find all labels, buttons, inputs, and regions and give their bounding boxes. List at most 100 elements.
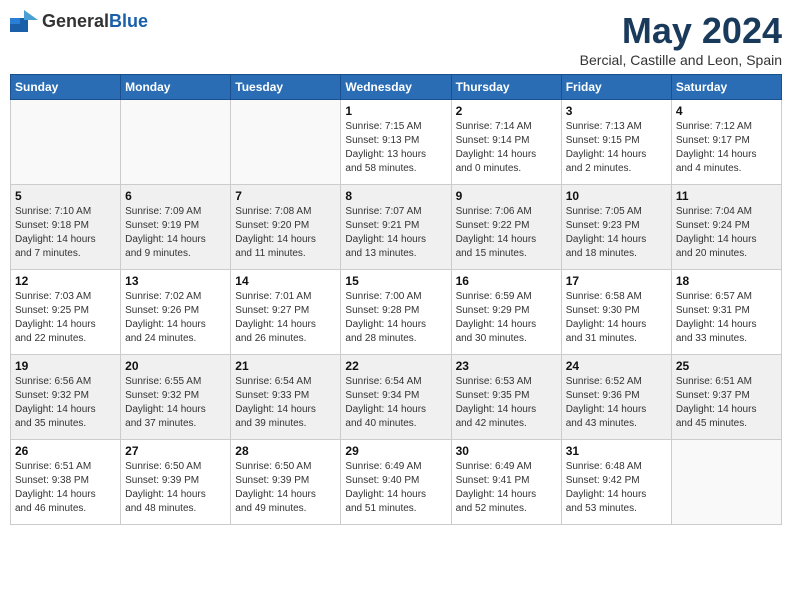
calendar-cell: 21Sunrise: 6:54 AM Sunset: 9:33 PM Dayli… (231, 355, 341, 440)
calendar-week-row: 19 Sunrise: 6:56 AM Sunset: 9:32 PM Dayli… (11, 355, 782, 440)
weekday-header-monday: Monday (121, 75, 231, 100)
day-number: 29 (345, 444, 446, 458)
calendar-cell: 3 Sunrise: 7:13 AM Sunset: 9:15 PM Daylig… (561, 100, 671, 185)
calendar-cell: 15Sunrise: 7:00 AM Sunset: 9:28 PM Dayli… (341, 270, 451, 355)
day-number: 17 (566, 274, 667, 288)
weekday-header-saturday: Saturday (671, 75, 781, 100)
day-info: Sunrise: 6:55 AM Sunset: 9:32 PM Dayligh… (125, 375, 226, 431)
day-number: 8 (345, 189, 446, 203)
calendar-cell (11, 100, 121, 185)
day-number: 13 (125, 274, 226, 288)
calendar-header-row: SundayMondayTuesdayWednesdayThursdayFrid… (11, 75, 782, 100)
calendar-cell: 28 Sunrise: 6:50 AM Sunset: 9:39 PM Dayli… (231, 440, 341, 525)
calendar-cell: 14 Sunrise: 7:01 AM Sunset: 9:27 PM Dayli… (231, 270, 341, 355)
month-title: May 2024 (580, 10, 782, 52)
calendar-week-row: 1Sunrise: 7:15 AM Sunset: 9:13 PM Daylig… (11, 100, 782, 185)
calendar-cell: 11Sunrise: 7:04 AM Sunset: 9:24 PM Dayli… (671, 185, 781, 270)
day-info: Sunrise: 7:10 AM Sunset: 9:18 PM Dayligh… (15, 205, 116, 261)
day-info: Sunrise: 7:09 AM Sunset: 9:19 PM Dayligh… (125, 205, 226, 261)
calendar-cell (121, 100, 231, 185)
day-info: Sunrise: 7:04 AM Sunset: 9:24 PM Dayligh… (676, 205, 777, 261)
calendar-cell: 1Sunrise: 7:15 AM Sunset: 9:13 PM Daylig… (341, 100, 451, 185)
day-info: Sunrise: 7:02 AM Sunset: 9:26 PM Dayligh… (125, 290, 226, 346)
calendar-cell (231, 100, 341, 185)
calendar-cell (671, 440, 781, 525)
day-info: Sunrise: 7:08 AM Sunset: 9:20 PM Dayligh… (235, 205, 336, 261)
weekday-header-thursday: Thursday (451, 75, 561, 100)
day-number: 6 (125, 189, 226, 203)
calendar-cell: 4 Sunrise: 7:12 AM Sunset: 9:17 PM Daylig… (671, 100, 781, 185)
day-info: Sunrise: 6:50 AM Sunset: 9:39 PM Dayligh… (235, 460, 336, 516)
calendar-cell: 24 Sunrise: 6:52 AM Sunset: 9:36 PM Dayli… (561, 355, 671, 440)
day-number: 24 (566, 359, 667, 373)
day-number: 23 (456, 359, 557, 373)
location: Bercial, Castille and Leon, Spain (580, 52, 782, 68)
calendar-cell: 9Sunrise: 7:06 AM Sunset: 9:22 PM Daylig… (451, 185, 561, 270)
day-number: 10 (566, 189, 667, 203)
calendar-cell: 22Sunrise: 6:54 AM Sunset: 9:34 PM Dayli… (341, 355, 451, 440)
calendar-cell: 16Sunrise: 6:59 AM Sunset: 9:29 PM Dayli… (451, 270, 561, 355)
day-number: 2 (456, 104, 557, 118)
calendar-cell: 6 Sunrise: 7:09 AM Sunset: 9:19 PM Daylig… (121, 185, 231, 270)
day-info: Sunrise: 6:51 AM Sunset: 9:37 PM Dayligh… (676, 375, 777, 431)
day-info: Sunrise: 6:49 AM Sunset: 9:41 PM Dayligh… (456, 460, 557, 516)
calendar-cell: 18 Sunrise: 6:57 AM Sunset: 9:31 PM Dayli… (671, 270, 781, 355)
day-number: 4 (676, 104, 777, 118)
logo: GeneralBlue (10, 10, 148, 32)
calendar-cell: 23 Sunrise: 6:53 AM Sunset: 9:35 PM Dayli… (451, 355, 561, 440)
calendar-week-row: 26Sunrise: 6:51 AM Sunset: 9:38 PM Dayli… (11, 440, 782, 525)
logo-icon (10, 10, 38, 32)
day-info: Sunrise: 7:12 AM Sunset: 9:17 PM Dayligh… (676, 120, 777, 176)
day-info: Sunrise: 6:56 AM Sunset: 9:32 PM Dayligh… (15, 375, 116, 431)
day-number: 5 (15, 189, 116, 203)
day-info: Sunrise: 7:03 AM Sunset: 9:25 PM Dayligh… (15, 290, 116, 346)
day-number: 18 (676, 274, 777, 288)
day-info: Sunrise: 6:50 AM Sunset: 9:39 PM Dayligh… (125, 460, 226, 516)
calendar-cell: 8 Sunrise: 7:07 AM Sunset: 9:21 PM Daylig… (341, 185, 451, 270)
calendar-cell: 19 Sunrise: 6:56 AM Sunset: 9:32 PM Dayli… (11, 355, 121, 440)
weekday-header-sunday: Sunday (11, 75, 121, 100)
day-info: Sunrise: 6:53 AM Sunset: 9:35 PM Dayligh… (456, 375, 557, 431)
day-info: Sunrise: 6:57 AM Sunset: 9:31 PM Dayligh… (676, 290, 777, 346)
day-number: 26 (15, 444, 116, 458)
calendar-week-row: 12 Sunrise: 7:03 AM Sunset: 9:25 PM Dayli… (11, 270, 782, 355)
day-number: 30 (456, 444, 557, 458)
calendar-cell: 13 Sunrise: 7:02 AM Sunset: 9:26 PM Dayli… (121, 270, 231, 355)
day-number: 22 (345, 359, 446, 373)
day-number: 19 (15, 359, 116, 373)
day-info: Sunrise: 7:13 AM Sunset: 9:15 PM Dayligh… (566, 120, 667, 176)
day-info: Sunrise: 7:01 AM Sunset: 9:27 PM Dayligh… (235, 290, 336, 346)
weekday-header-tuesday: Tuesday (231, 75, 341, 100)
day-number: 15 (345, 274, 446, 288)
calendar-cell: 27 Sunrise: 6:50 AM Sunset: 9:39 PM Dayli… (121, 440, 231, 525)
calendar-cell: 12 Sunrise: 7:03 AM Sunset: 9:25 PM Dayli… (11, 270, 121, 355)
calendar-cell: 10 Sunrise: 7:05 AM Sunset: 9:23 PM Dayli… (561, 185, 671, 270)
day-number: 14 (235, 274, 336, 288)
day-number: 27 (125, 444, 226, 458)
day-number: 16 (456, 274, 557, 288)
day-number: 31 (566, 444, 667, 458)
day-number: 12 (15, 274, 116, 288)
day-number: 1 (345, 104, 446, 118)
calendar-cell: 20 Sunrise: 6:55 AM Sunset: 9:32 PM Dayli… (121, 355, 231, 440)
day-info: Sunrise: 7:05 AM Sunset: 9:23 PM Dayligh… (566, 205, 667, 261)
title-section: May 2024 Bercial, Castille and Leon, Spa… (580, 10, 782, 68)
day-info: Sunrise: 7:07 AM Sunset: 9:21 PM Dayligh… (345, 205, 446, 261)
day-number: 21 (235, 359, 336, 373)
day-number: 25 (676, 359, 777, 373)
day-number: 20 (125, 359, 226, 373)
weekday-header-friday: Friday (561, 75, 671, 100)
day-number: 28 (235, 444, 336, 458)
day-number: 9 (456, 189, 557, 203)
calendar-cell: 17 Sunrise: 6:58 AM Sunset: 9:30 PM Dayli… (561, 270, 671, 355)
day-info: Sunrise: 6:58 AM Sunset: 9:30 PM Dayligh… (566, 290, 667, 346)
day-info: Sunrise: 6:49 AM Sunset: 9:40 PM Dayligh… (345, 460, 446, 516)
day-number: 7 (235, 189, 336, 203)
calendar-cell: 7 Sunrise: 7:08 AM Sunset: 9:20 PM Daylig… (231, 185, 341, 270)
day-info: Sunrise: 6:48 AM Sunset: 9:42 PM Dayligh… (566, 460, 667, 516)
day-number: 3 (566, 104, 667, 118)
calendar-cell: 29 Sunrise: 6:49 AM Sunset: 9:40 PM Dayli… (341, 440, 451, 525)
day-info: Sunrise: 6:52 AM Sunset: 9:36 PM Dayligh… (566, 375, 667, 431)
calendar-cell: 31 Sunrise: 6:48 AM Sunset: 9:42 PM Dayli… (561, 440, 671, 525)
calendar-cell: 30 Sunrise: 6:49 AM Sunset: 9:41 PM Dayli… (451, 440, 561, 525)
